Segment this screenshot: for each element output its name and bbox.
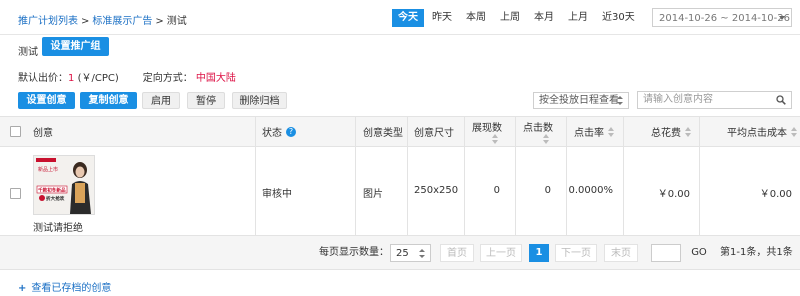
col-impressions-label: 展现数: [472, 123, 502, 134]
date-filter-last-week[interactable]: 上周: [494, 9, 526, 27]
svg-text:新品上市: 新品上市: [38, 166, 58, 173]
date-filter-last-30-days[interactable]: 近30天: [596, 9, 641, 27]
archived-creatives-link[interactable]: + 查看已存档的创意: [18, 279, 111, 294]
search-placeholder: 请输入创意内容: [643, 94, 713, 105]
page-size-label: 每页显示数量：: [319, 247, 389, 258]
col-status-label: 状态: [262, 128, 282, 139]
page-summary: 第1-1条，共1条: [720, 247, 793, 258]
date-filter-group: 今天 昨天 本周 上周 本月 上月 近30天: [392, 9, 643, 27]
breadcrumb: 推广计划列表 > 标准展示广告 > 测试: [18, 12, 187, 27]
col-clicks-label: 点击数: [523, 123, 553, 134]
breadcrumb-separator: >: [155, 16, 164, 27]
sort-icon[interactable]: [543, 134, 550, 144]
col-status: 状态?: [262, 117, 296, 146]
bid-unit: (￥/CPC): [77, 73, 119, 84]
date-filter-yesterday[interactable]: 昨天: [426, 9, 458, 27]
pagination-bar: 每页显示数量： 25 首页 上一页 1 下一页 末页 GO 第1-1条，共1条: [0, 236, 800, 270]
go-button[interactable]: GO: [686, 244, 712, 262]
schedule-select-value: 按全投放日程查看: [539, 95, 619, 106]
date-filter-today[interactable]: 今天: [392, 9, 424, 27]
svg-text:千款初冬新品: 千款初冬新品: [38, 187, 66, 194]
sort-icon[interactable]: [791, 126, 798, 137]
col-ctr[interactable]: 点击率: [574, 117, 615, 146]
targeting-label: 定向方式：: [142, 73, 193, 84]
select-all-checkbox[interactable]: [10, 126, 21, 137]
first-page-button[interactable]: 首页: [440, 244, 474, 262]
sort-icon[interactable]: [685, 126, 692, 137]
search-icon[interactable]: [776, 95, 786, 105]
breadcrumb-current: 测试: [166, 16, 187, 27]
date-filter-last-month[interactable]: 上月: [562, 9, 594, 27]
sort-icon[interactable]: [608, 126, 615, 137]
prev-page-button[interactable]: 上一页: [480, 244, 522, 262]
date-range-picker[interactable]: 2014-10-26 ~ 2014-10-26: [652, 8, 792, 27]
group-name: 测试: [18, 47, 38, 58]
breadcrumb-plan-list[interactable]: 推广计划列表: [18, 16, 78, 27]
sort-icon[interactable]: [492, 134, 499, 144]
set-creative-button[interactable]: 设置创意: [18, 92, 75, 109]
archived-creatives-label: 查看已存档的创意: [31, 283, 112, 294]
breadcrumb-separator: >: [81, 16, 90, 27]
delete-archive-button[interactable]: 删除归档: [232, 92, 287, 109]
col-clicks[interactable]: 点击数: [523, 117, 563, 146]
ctr-value: 0.0000%: [568, 185, 614, 196]
col-cost[interactable]: 总花费: [651, 117, 692, 146]
sort-up-icon: [419, 249, 425, 252]
col-type: 创意类型: [363, 128, 403, 139]
cost-value: ￥0.00: [657, 189, 690, 200]
avg-cpc-value: ￥0.00: [759, 189, 792, 200]
bid-info: 默认出价：1 (￥/CPC) 定向方式： 中国大陆: [18, 69, 236, 84]
creative-image: 新品上市 千款初冬新品 折大抢欢: [34, 156, 94, 214]
date-filter-this-week[interactable]: 本周: [460, 9, 492, 27]
svg-text:折大抢欢: 折大抢欢: [46, 195, 65, 202]
col-creative: 创意: [33, 128, 53, 139]
table-header: 创意 状态? 创意类型 创意尺寸 展现数 点击数 点击率 总花费 平均点击成本: [0, 116, 800, 147]
sort-up-icon: [617, 96, 623, 99]
next-page-button[interactable]: 下一页: [555, 244, 597, 262]
search-input[interactable]: 请输入创意内容: [637, 91, 792, 109]
breadcrumb-standard-display[interactable]: 标准展示广告: [92, 16, 152, 27]
current-page-button[interactable]: 1: [529, 244, 549, 262]
chevron-down-icon: [779, 16, 785, 20]
clicks-value: 0: [544, 185, 551, 196]
bid-label: 默认出价：: [18, 73, 68, 84]
select-all-cell: [10, 117, 21, 146]
page-size-select[interactable]: 25: [390, 244, 431, 262]
col-impressions[interactable]: 展现数: [472, 117, 512, 146]
plus-icon: +: [18, 283, 27, 294]
date-filter-this-month[interactable]: 本月: [528, 9, 560, 27]
last-page-button[interactable]: 末页: [604, 244, 638, 262]
help-icon[interactable]: ?: [286, 126, 296, 137]
pause-button[interactable]: 暂停: [187, 92, 225, 109]
col-cost-label: 总花费: [651, 128, 681, 139]
copy-creative-button[interactable]: 复制创意: [80, 92, 137, 109]
page-size-value: 25: [396, 248, 409, 259]
creative-caption: 测试请拒绝: [33, 223, 83, 234]
sort-down-icon: [617, 102, 623, 105]
page-number-input[interactable]: [651, 244, 681, 262]
row-checkbox[interactable]: [10, 188, 21, 199]
col-avg-cpc[interactable]: 平均点击成本: [727, 117, 798, 146]
enable-button[interactable]: 启用: [142, 92, 180, 109]
sort-down-icon: [419, 255, 425, 258]
col-avg-cpc-label: 平均点击成本: [727, 128, 787, 139]
set-group-button[interactable]: 设置推广组: [42, 37, 109, 56]
schedule-select[interactable]: 按全投放日程查看: [533, 92, 629, 109]
col-ctr-label: 点击率: [574, 128, 604, 139]
col-size: 创意尺寸: [414, 128, 454, 139]
type-value: 图片: [363, 189, 383, 200]
targeting-value: 中国大陆: [195, 73, 236, 84]
bid-value: 1: [68, 73, 75, 84]
size-value: 250x250: [414, 185, 459, 196]
status-value: 审核中: [262, 189, 292, 200]
date-range-value: 2014-10-26 ~ 2014-10-26: [659, 13, 790, 24]
impressions-value: 0: [493, 185, 500, 196]
creative-thumbnail[interactable]: 新品上市 千款初冬新品 折大抢欢: [33, 155, 95, 215]
